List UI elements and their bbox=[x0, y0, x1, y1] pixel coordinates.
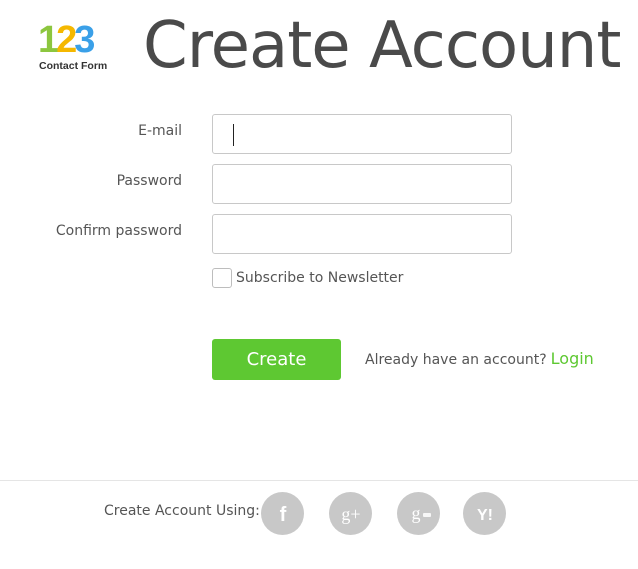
confirm-password-label: Confirm password bbox=[55, 223, 182, 239]
logo-digit-1: 1 bbox=[38, 19, 59, 61]
page-title: Create Account bbox=[143, 9, 621, 83]
footer-divider bbox=[0, 480, 638, 481]
google-plus-glyph: g+ bbox=[341, 504, 360, 524]
email-label: E-mail bbox=[138, 123, 182, 139]
login-link[interactable]: Login bbox=[551, 349, 594, 368]
logo-digit-2: 2 bbox=[56, 19, 77, 61]
logo-subtitle: Contact Form bbox=[39, 60, 108, 72]
logo-digits: 1 2 3 bbox=[38, 19, 95, 61]
yahoo-glyph: Y! bbox=[477, 507, 493, 524]
logo: 1 2 3 Contact Form bbox=[38, 19, 118, 74]
login-prompt: Already have an account? Login bbox=[365, 349, 594, 368]
password-label: Password bbox=[116, 173, 182, 189]
email-field[interactable] bbox=[212, 114, 512, 154]
google-apps-icon: g bbox=[411, 503, 431, 523]
password-field[interactable] bbox=[212, 164, 512, 204]
google-plus-icon: g+ bbox=[341, 504, 360, 524]
google-apps-glyph: g bbox=[411, 503, 420, 523]
create-button[interactable]: Create bbox=[212, 339, 341, 380]
google-apps-button[interactable]: g bbox=[397, 492, 440, 535]
yahoo-button[interactable]: Y! bbox=[463, 492, 506, 535]
text-caret bbox=[233, 124, 234, 146]
newsletter-label[interactable]: Subscribe to Newsletter bbox=[236, 270, 403, 286]
facebook-glyph: f bbox=[279, 504, 286, 525]
newsletter-checkbox[interactable] bbox=[212, 268, 232, 288]
social-signup-label: Create Account Using: bbox=[104, 503, 260, 519]
yahoo-icon: Y! bbox=[477, 507, 493, 524]
logo-digit-3: 3 bbox=[74, 19, 95, 61]
google-plus-button[interactable]: g+ bbox=[329, 492, 372, 535]
facebook-icon: f bbox=[279, 504, 286, 525]
facebook-button[interactable]: f bbox=[261, 492, 304, 535]
login-prompt-text: Already have an account? bbox=[365, 352, 547, 368]
confirm-password-field[interactable] bbox=[212, 214, 512, 254]
